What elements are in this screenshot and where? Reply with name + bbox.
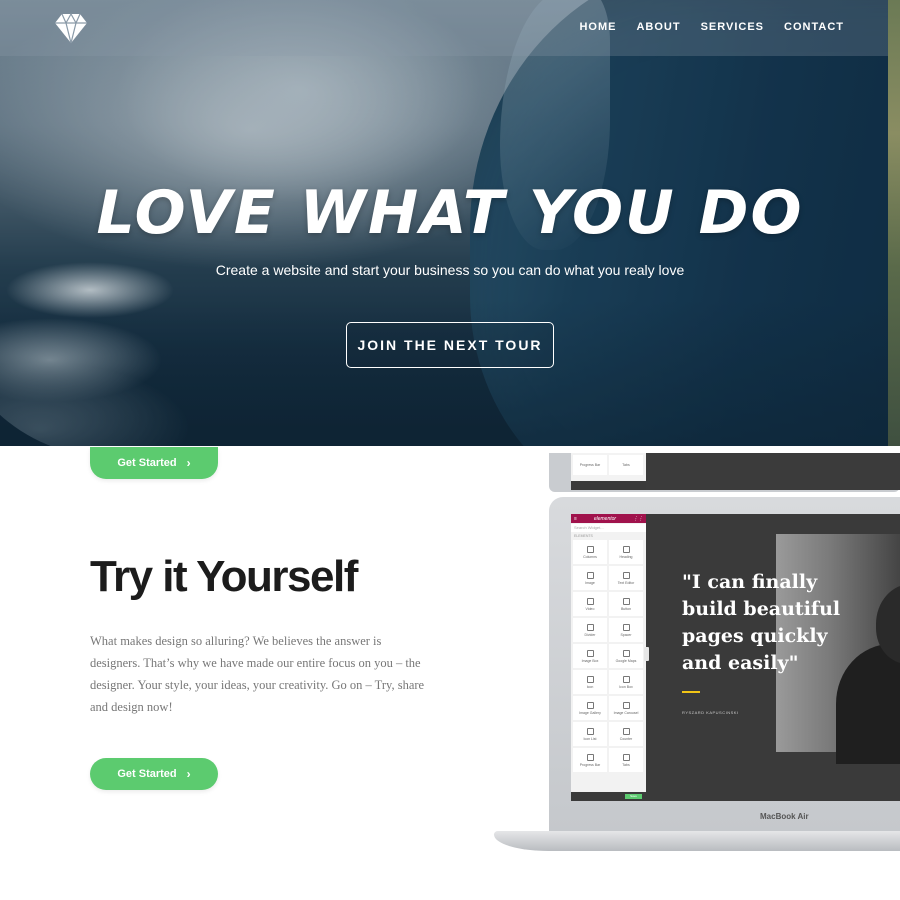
get-started-label: Get Started: [117, 768, 177, 780]
quote-accent-line: [682, 691, 700, 693]
elements-label: ELEMENTS: [574, 534, 593, 538]
widget-tile: Divider: [573, 618, 607, 642]
widget-tile: Image Carousel: [609, 696, 643, 720]
section-description: What makes design so alluring? We believ…: [90, 634, 425, 714]
nav-home-link[interactable]: HOME: [579, 21, 616, 33]
laptop-brand-label: MacBook Air: [760, 812, 809, 821]
widget-tile: Image Box: [573, 644, 607, 668]
widget-tile: Image: [573, 566, 607, 590]
laptop-screen: ≡ elementor ⋮⋮ Search Widget... ELEMENTS…: [571, 514, 900, 801]
laptop-fragment-screen: Progress Bar Tabs: [571, 453, 900, 490]
get-started-button-top[interactable]: Get Started ›: [90, 447, 218, 479]
laptop-fragment: Progress Bar Tabs: [549, 453, 900, 492]
nav-contact-link[interactable]: CONTACT: [784, 21, 844, 33]
hero-subtitle: Create a website and start your business…: [215, 262, 685, 278]
laptop-base: [494, 831, 900, 851]
widget-tile: Text Editor: [609, 566, 643, 590]
widget-tile: Icon Box: [609, 670, 643, 694]
diamond-icon[interactable]: [54, 12, 88, 44]
get-started-label: Get Started: [117, 457, 177, 469]
widget-tile: Counter: [609, 722, 643, 746]
editor-header: ≡ elementor ⋮⋮: [571, 514, 646, 523]
widget-tile: Button: [609, 592, 643, 616]
join-tour-button[interactable]: JOIN THE NEXT TOUR: [346, 322, 554, 368]
chevron-right-icon: ›: [186, 456, 191, 470]
publish-button: Save: [625, 794, 642, 799]
widget-tile: Icon: [573, 670, 607, 694]
editor-logo: elementor: [593, 515, 617, 522]
widget-tile: Icon List: [573, 722, 607, 746]
widget-tile: Progress Bar: [573, 748, 607, 772]
editor-footer-fragment: [571, 481, 646, 490]
widget-tile: Columns: [573, 540, 607, 564]
widget-tabs: Tabs: [609, 455, 643, 475]
menu-icon: ≡: [574, 515, 577, 522]
editor-footer: Save: [571, 792, 646, 801]
section-title: Try it Yourself: [90, 552, 358, 601]
grid-icon: ⋮⋮: [633, 515, 643, 522]
widget-tile: Google Maps: [609, 644, 643, 668]
get-started-button[interactable]: Get Started ›: [90, 758, 218, 790]
laptop-lid: ≡ elementor ⋮⋮ Search Widget... ELEMENTS…: [549, 497, 900, 833]
hero-title: LOVE WHAT YOU DO: [96, 178, 804, 248]
widget-grid: Columns Heading Image Text Editor Video …: [571, 540, 646, 772]
quote-author: RYSZARD KAPUSCINSKI: [682, 710, 739, 715]
widget-tile: Heading: [609, 540, 643, 564]
side-image-strip: [888, 0, 900, 446]
nav-services-link[interactable]: SERVICES: [701, 21, 764, 33]
editor-widget-panel: ≡ elementor ⋮⋮ Search Widget... ELEMENTS…: [571, 514, 646, 801]
widget-tile: Image Gallery: [573, 696, 607, 720]
widget-tile: Video: [573, 592, 607, 616]
nav-about-link[interactable]: ABOUT: [636, 21, 680, 33]
panel-collapse-handle: [644, 647, 649, 661]
nav-links: HOME ABOUT SERVICES CONTACT: [579, 21, 844, 33]
widget-tile: Spacer: [609, 618, 643, 642]
widget-search-input: Search Widget...: [571, 524, 646, 532]
hero-section: HOME ABOUT SERVICES CONTACT LOVE WHAT YO…: [0, 0, 888, 446]
widget-tile: Tabs: [609, 748, 643, 772]
editor-quote: "I can finally build beautiful pages qui…: [682, 571, 841, 674]
chevron-right-icon: ›: [186, 767, 191, 781]
top-navbar: HOME ABOUT SERVICES CONTACT: [0, 0, 888, 56]
widget-progress-bar: Progress Bar: [573, 455, 607, 475]
